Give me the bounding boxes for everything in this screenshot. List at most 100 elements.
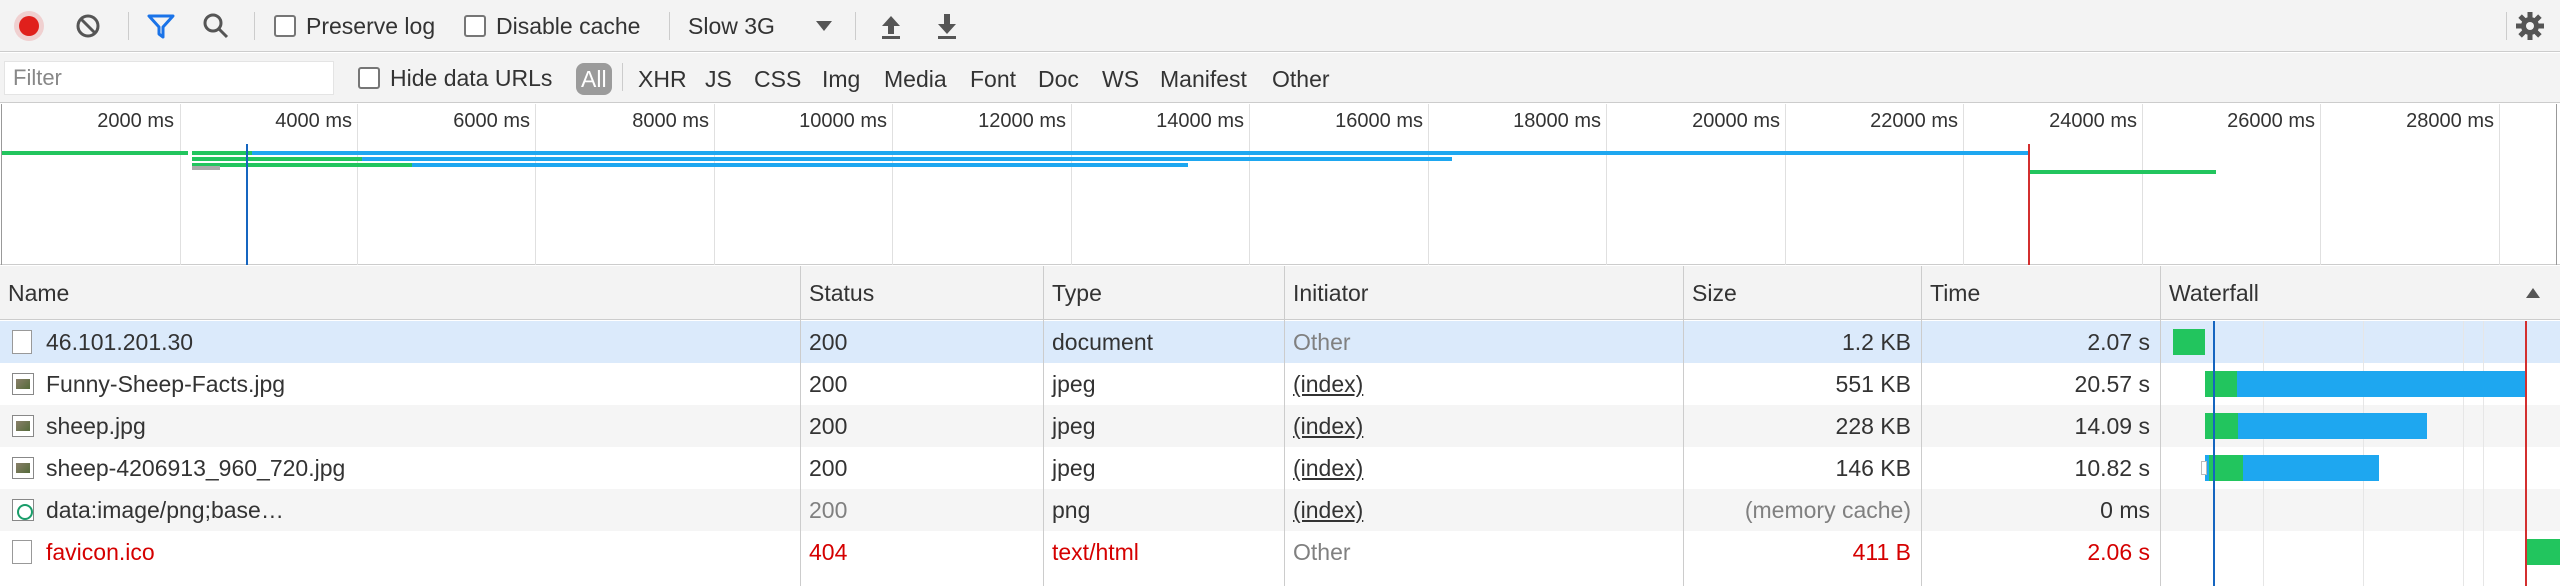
overview-tick: 4000 ms	[275, 110, 352, 132]
row-status: 404	[809, 539, 848, 565]
hide-data-urls-check[interactable]	[358, 67, 380, 89]
overview-tick: 24000 ms	[2049, 110, 2137, 132]
gear-icon	[2516, 12, 2544, 40]
filter-type-xhr[interactable]: XHR	[638, 63, 687, 95]
import-har-icon	[882, 16, 900, 39]
row-time: 10.82 s	[2074, 455, 2150, 481]
row-status: 200	[809, 455, 848, 481]
row-type: jpeg	[1052, 455, 1096, 481]
column-header-type[interactable]: Type	[1044, 266, 1284, 320]
row-time: 20.57 s	[2074, 371, 2150, 397]
row-size: 228 KB	[1835, 413, 1911, 439]
document-icon	[12, 330, 32, 354]
clear-icon	[76, 14, 100, 38]
disable-cache-checkbox[interactable]: Disable cache	[464, 0, 640, 52]
clear-button[interactable]	[74, 0, 102, 52]
preserve-log-checkbox[interactable]: Preserve log	[274, 0, 435, 52]
document-icon	[12, 540, 32, 564]
export-har-button[interactable]	[934, 0, 960, 52]
settings-button[interactable]	[2514, 0, 2546, 52]
column-header-initiator[interactable]: Initiator	[1285, 266, 1683, 320]
row-time: 2.06 s	[2087, 539, 2150, 565]
chevron-down-icon	[816, 21, 832, 31]
row-size: 551 KB	[1835, 371, 1911, 397]
filter-icon	[147, 14, 175, 39]
overview-bar-sheep	[192, 157, 1452, 161]
disable-cache-label: Disable cache	[496, 12, 641, 39]
record-icon	[14, 11, 44, 41]
row-initiator-link[interactable]: (index)	[1293, 363, 1683, 405]
column-header-status[interactable]: Status	[801, 266, 1043, 320]
waterfall-load-line	[2525, 321, 2527, 586]
row-status: 200	[809, 413, 848, 439]
row-initiator: Other	[1293, 539, 1351, 565]
image-icon	[12, 415, 34, 437]
column-header-waterfall[interactable]: Waterfall	[2161, 266, 2560, 320]
table-header: Name Status Type Initiator Size Time Wat…	[0, 266, 2560, 320]
filter-type-manifest[interactable]: Manifest	[1160, 63, 1247, 95]
filter-type-img[interactable]: Img	[822, 63, 860, 95]
row-initiator-link[interactable]: (index)	[1293, 447, 1683, 489]
row-time: 2.07 s	[2087, 329, 2150, 355]
row-type: document	[1052, 329, 1154, 355]
hide-data-urls-checkbox[interactable]: Hide data URLs	[358, 52, 552, 104]
row-initiator-link[interactable]: (index)	[1293, 489, 1683, 531]
preserve-log-label: Preserve log	[306, 12, 436, 39]
overview-tick: 12000 ms	[978, 110, 1066, 132]
row-type: jpeg	[1052, 413, 1096, 439]
filter-type-ws[interactable]: WS	[1102, 63, 1139, 95]
filter-type-media[interactable]: Media	[884, 63, 947, 95]
row-size: 411 B	[1852, 539, 1911, 565]
overview-bar-favicon	[2030, 170, 2216, 174]
row-name: sheep-4206913_960_720.jpg	[46, 455, 346, 481]
column-header-time[interactable]: Time	[1922, 266, 2160, 320]
record-button[interactable]	[14, 0, 44, 52]
filter-type-css[interactable]: CSS	[754, 63, 801, 95]
row-initiator-link[interactable]: (index)	[1293, 405, 1683, 447]
overview-tick: 8000 ms	[632, 110, 709, 132]
column-header-name[interactable]: Name	[0, 266, 800, 320]
filter-input[interactable]	[4, 61, 334, 95]
filter-toggle-button[interactable]	[146, 0, 176, 52]
row-type: text/html	[1052, 539, 1139, 565]
row-status: 200	[809, 371, 848, 397]
overview-tick: 2000 ms	[97, 110, 174, 132]
filter-type-js[interactable]: JS	[705, 63, 732, 95]
preserve-log-check[interactable]	[274, 15, 296, 37]
import-har-button[interactable]	[878, 0, 904, 52]
search-button[interactable]	[202, 0, 230, 52]
requests-table: Name Status Type Initiator Size Time Wat…	[0, 266, 2560, 586]
filter-type-font[interactable]: Font	[970, 63, 1016, 95]
image-icon	[12, 373, 34, 395]
filter-type-other[interactable]: Other	[1272, 63, 1330, 95]
overview-bar-funny-sheep	[192, 151, 2028, 155]
image-icon	[12, 457, 34, 479]
row-time: 14.09 s	[2074, 413, 2150, 439]
disable-cache-check[interactable]	[464, 15, 486, 37]
row-type: jpeg	[1052, 371, 1096, 397]
timeline-overview[interactable]: 2000 ms 4000 ms 6000 ms 8000 ms 10000 ms…	[0, 104, 2560, 265]
overview-tick: 18000 ms	[1513, 110, 1601, 132]
row-size: 146 KB	[1835, 455, 1911, 481]
row-initiator: Other	[1293, 329, 1351, 355]
row-size: 1.2 KB	[1841, 329, 1911, 355]
row-status: 200	[809, 329, 848, 355]
overview-tick: 22000 ms	[1870, 110, 1958, 132]
network-toolbar: Preserve log Disable cache Slow 3G	[0, 0, 2560, 52]
overview-tick: 26000 ms	[2227, 110, 2315, 132]
overview-tick: 14000 ms	[1156, 110, 1244, 132]
waterfall-bar-favicon	[2527, 539, 2560, 565]
filter-type-doc[interactable]: Doc	[1038, 63, 1079, 95]
overview-tick: 16000 ms	[1335, 110, 1423, 132]
row-name: Funny-Sheep-Facts.jpg	[46, 371, 286, 397]
sort-up-icon[interactable]	[2524, 286, 2542, 300]
throttling-value: Slow 3G	[688, 12, 775, 39]
throttling-select[interactable]: Slow 3G	[688, 0, 838, 52]
filter-type-all[interactable]: All	[576, 63, 612, 95]
overview-bar-document	[2, 151, 188, 155]
waterfall[interactable]	[2161, 321, 2560, 586]
column-header-size[interactable]: Size	[1684, 266, 1921, 320]
load-event-line	[2028, 144, 2030, 265]
dom-content-loaded-line	[246, 144, 248, 265]
overview-tick: 28000 ms	[2406, 110, 2494, 132]
